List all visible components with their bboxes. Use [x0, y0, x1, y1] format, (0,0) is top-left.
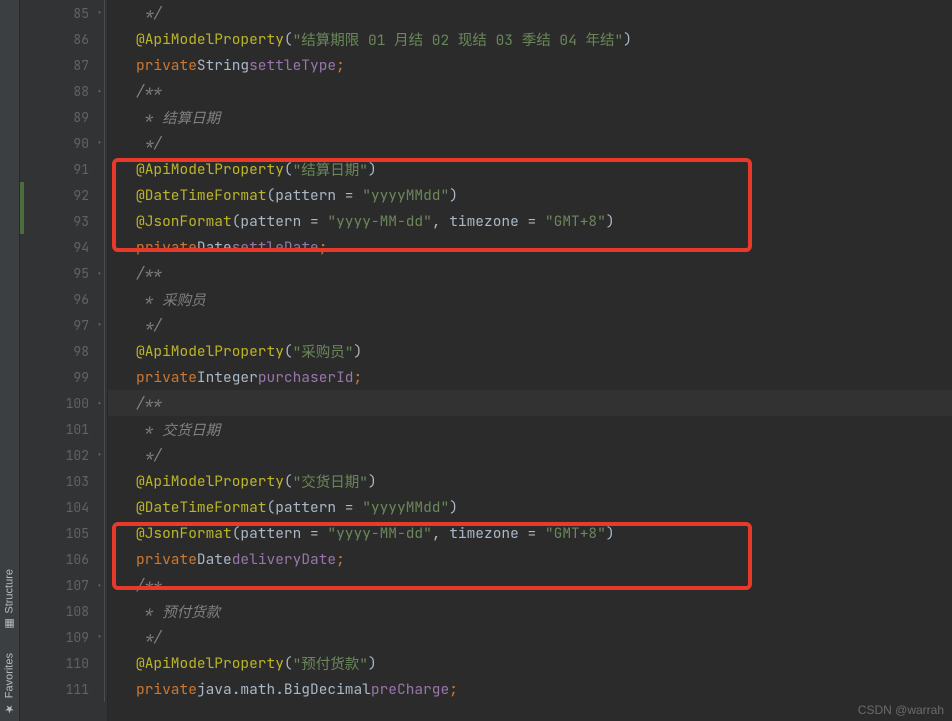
toolwindow-structure[interactable]: ▦ Structure [3, 569, 16, 631]
line-number: 107▴ [20, 572, 107, 598]
code-line[interactable]: @JsonFormat(pattern = "yyyy-MM-dd", time… [108, 208, 952, 234]
code-line[interactable]: private String settleType; [108, 52, 952, 78]
line-number: 85▾ [20, 0, 107, 26]
star-icon: ★ [3, 702, 16, 715]
structure-icon: ▦ [3, 618, 16, 631]
fold-mark[interactable] [95, 676, 105, 702]
fold-mark[interactable] [95, 546, 105, 572]
fold-mark[interactable] [95, 520, 105, 546]
code-line[interactable]: private Date deliveryDate; [108, 546, 952, 572]
code-line[interactable]: private Integer purchaserId; [108, 364, 952, 390]
line-number: 103 [20, 468, 107, 494]
fold-mark[interactable] [95, 286, 105, 312]
fold-mark[interactable]: ▴ [95, 390, 105, 416]
fold-mark[interactable] [95, 234, 105, 260]
fold-mark[interactable] [95, 416, 105, 442]
code-line[interactable]: private Date settleDate; [108, 234, 952, 260]
line-number: 94 [20, 234, 107, 260]
fold-mark[interactable]: ▾ [95, 0, 105, 26]
code-line[interactable]: */ [108, 130, 952, 156]
code-line[interactable]: @ApiModelProperty("交货日期") [108, 468, 952, 494]
line-number: 91 [20, 156, 107, 182]
line-number: 101 [20, 416, 107, 442]
line-number: 100▴ [20, 390, 107, 416]
fold-mark[interactable] [95, 494, 105, 520]
code-line[interactable]: * 交货日期 [108, 416, 952, 442]
fold-mark[interactable] [95, 598, 105, 624]
code-line[interactable]: @ApiModelProperty("结算日期") [108, 156, 952, 182]
toolwindow-strip: ▦ Structure ★ Favorites [0, 0, 20, 721]
watermark: CSDN @warrah [858, 703, 944, 717]
line-number: 108 [20, 598, 107, 624]
code-line[interactable]: /** [108, 260, 952, 286]
line-number: 95▴ [20, 260, 107, 286]
code-line[interactable]: * 结算日期 [108, 104, 952, 130]
code-line[interactable]: */ [108, 624, 952, 650]
fold-mark[interactable] [95, 52, 105, 78]
code-line[interactable]: @DateTimeFormat(pattern = "yyyyMMdd") [108, 182, 952, 208]
toolwindow-favorites[interactable]: ★ Favorites [3, 653, 16, 715]
code-line[interactable]: @ApiModelProperty("预付货款") [108, 650, 952, 676]
gutter: 85▾868788▴8990▾9192939495▴9697▾9899100▴1… [20, 0, 108, 721]
fold-mark[interactable]: ▴ [95, 78, 105, 104]
code-line[interactable]: */ [108, 442, 952, 468]
line-number: 96 [20, 286, 107, 312]
fold-mark[interactable]: ▾ [95, 312, 105, 338]
fold-mark[interactable] [95, 650, 105, 676]
line-number: 89 [20, 104, 107, 130]
code-line[interactable]: @ApiModelProperty("采购员") [108, 338, 952, 364]
code-line[interactable]: */ [108, 312, 952, 338]
code-line[interactable]: private java.math.BigDecimal preCharge; [108, 676, 952, 702]
line-number: 92 [20, 182, 107, 208]
code-line[interactable]: * 采购员 [108, 286, 952, 312]
code-line[interactable]: /** [108, 572, 952, 598]
fold-mark[interactable]: ▾ [95, 442, 105, 468]
fold-mark[interactable]: ▾ [95, 624, 105, 650]
fold-mark[interactable] [95, 338, 105, 364]
line-number: 86 [20, 26, 107, 52]
code-line[interactable]: /** [108, 78, 952, 104]
line-number: 97▾ [20, 312, 107, 338]
code-editor[interactable]: */ @ApiModelProperty("结算期限 01 月结 02 现结 0… [108, 0, 952, 721]
code-line[interactable]: @DateTimeFormat(pattern = "yyyyMMdd") [108, 494, 952, 520]
fold-mark[interactable] [95, 26, 105, 52]
line-number: 106 [20, 546, 107, 572]
line-number: 111 [20, 676, 107, 702]
fold-mark[interactable] [95, 182, 105, 208]
line-number: 110 [20, 650, 107, 676]
vcs-change-marker [20, 208, 24, 234]
code-line[interactable]: /** [108, 390, 952, 416]
line-number: 87 [20, 52, 107, 78]
line-number: 99 [20, 364, 107, 390]
line-number: 93 [20, 208, 107, 234]
line-number: 98 [20, 338, 107, 364]
line-number: 102▾ [20, 442, 107, 468]
fold-mark[interactable] [95, 364, 105, 390]
fold-mark[interactable] [95, 208, 105, 234]
line-number: 104 [20, 494, 107, 520]
line-number: 109▾ [20, 624, 107, 650]
code-line[interactable]: @JsonFormat(pattern = "yyyy-MM-dd", time… [108, 520, 952, 546]
code-line[interactable]: * 预付货款 [108, 598, 952, 624]
line-number: 90▾ [20, 130, 107, 156]
fold-mark[interactable]: ▴ [95, 260, 105, 286]
line-number: 88▴ [20, 78, 107, 104]
fold-mark[interactable] [95, 468, 105, 494]
vcs-change-marker [20, 182, 24, 208]
code-line[interactable]: */ [108, 0, 952, 26]
line-number: 105 [20, 520, 107, 546]
fold-mark[interactable]: ▴ [95, 572, 105, 598]
fold-mark[interactable]: ▾ [95, 130, 105, 156]
fold-mark[interactable] [95, 104, 105, 130]
fold-mark[interactable] [95, 156, 105, 182]
code-line[interactable]: @ApiModelProperty("结算期限 01 月结 02 现结 03 季… [108, 26, 952, 52]
